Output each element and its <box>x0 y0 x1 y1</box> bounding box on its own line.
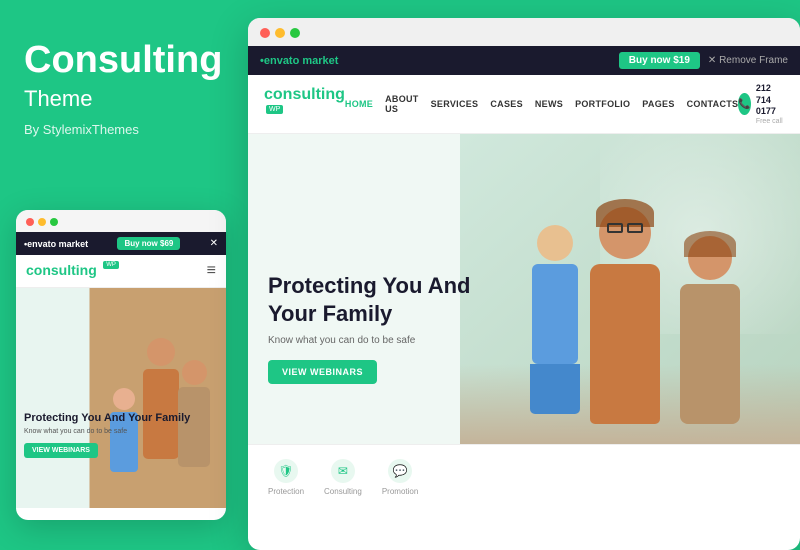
envato-logo: •envato market <box>24 239 88 249</box>
mobile-buy-button[interactable]: Buy now $69 <box>117 237 180 250</box>
author-text: By StylemixThemes <box>24 122 224 137</box>
mobile-preview: •envato market Buy now $69 ✕ consulting … <box>16 210 226 520</box>
mobile-logo-text: consulting <box>26 262 97 278</box>
feature-consulting-label: Consulting <box>324 487 362 496</box>
phone-icon: 📞 <box>738 93 750 115</box>
mobile-cta-button[interactable]: VIEW WEBINARS <box>24 443 98 458</box>
dp-wp-badge: WP <box>266 105 283 114</box>
dp-hero-heading: Protecting You And Your Family <box>268 272 478 327</box>
dp-navigation: HOME ABOUT US SERVICES CASES NEWS PORTFO… <box>345 94 738 114</box>
nav-contacts[interactable]: CONTACTS <box>687 99 739 109</box>
dp-phone-area: 📞 212 714 0177 Free call <box>738 83 785 125</box>
close-icon[interactable]: ✕ <box>210 238 218 249</box>
nav-services[interactable]: SERVICES <box>431 99 479 109</box>
dp-site-header: consulting WP HOME ABOUT US SERVICES CAS… <box>248 75 800 134</box>
dp-envato-logo: •envato market <box>260 55 338 67</box>
feature-promotion-label: Promotion <box>382 487 418 496</box>
dp-buy-button[interactable]: Buy now $19 <box>619 52 700 69</box>
mobile-logo: consulting WP <box>26 262 119 280</box>
dad-figure <box>590 207 660 424</box>
mobile-hero-content: Protecting You And Your Family Know what… <box>24 411 190 458</box>
family-scene <box>460 134 800 444</box>
dp-topbar-right: Buy now $19 ✕ Remove Frame <box>619 52 788 69</box>
desktop-preview: •envato market Buy now $19 ✕ Remove Fram… <box>248 18 800 550</box>
theme-subtitle: Theme <box>24 86 224 112</box>
nav-cases[interactable]: CASES <box>490 99 523 109</box>
nav-home[interactable]: HOME <box>345 99 373 109</box>
dp-yellow-dot <box>275 28 285 38</box>
dp-phone-number: 212 714 0177 <box>756 83 786 118</box>
dp-remove-frame[interactable]: ✕ Remove Frame <box>708 55 788 66</box>
consulting-icon: ✉ <box>331 459 355 483</box>
dp-green-dot <box>290 28 300 38</box>
dp-features-section: 🛡 Protection ✉ Consulting 💬 Promotion <box>248 444 800 510</box>
dp-hero-photo <box>460 134 800 444</box>
nav-pages[interactable]: PAGES <box>642 99 674 109</box>
dp-hero-subtext: Know what you can do to be safe <box>268 335 478 346</box>
mobile-hero: Protecting You And Your Family Know what… <box>16 288 226 508</box>
green-dot <box>50 218 58 226</box>
nav-portfolio[interactable]: PORTFOLIO <box>575 99 630 109</box>
dp-red-dot <box>260 28 270 38</box>
dp-hero-cta-button[interactable]: VIEW WEBINARS <box>268 360 377 384</box>
mobile-traffic-lights <box>16 210 226 232</box>
hamburger-icon[interactable]: ≡ <box>207 262 216 280</box>
mom-figure <box>680 236 740 424</box>
dp-hero-section: Protecting You And Your Family Know what… <box>248 134 800 444</box>
promotion-icon: 💬 <box>388 459 412 483</box>
feature-promotion: 💬 Promotion <box>382 459 418 496</box>
mobile-hero-subtext: Know what you can do to be safe <box>24 428 190 435</box>
feature-protection-label: Protection <box>268 487 304 496</box>
mobile-hero-heading: Protecting You And Your Family <box>24 411 190 425</box>
dp-logo: consulting <box>264 86 345 103</box>
mobile-topbar: •envato market Buy now $69 ✕ <box>16 232 226 255</box>
feature-protection: 🛡 Protection <box>268 459 304 496</box>
yellow-dot <box>38 218 46 226</box>
desktop-topbar: •envato market Buy now $19 ✕ Remove Fram… <box>248 46 800 75</box>
child-figure <box>530 225 580 414</box>
dp-logo-area: consulting WP <box>264 86 345 122</box>
left-panel: Consulting Theme By StylemixThemes •enva… <box>0 0 248 550</box>
dp-phone-sub: Free call <box>756 118 786 125</box>
nav-news[interactable]: NEWS <box>535 99 563 109</box>
mobile-site-header: consulting WP ≡ <box>16 255 226 288</box>
mobile-wp-badge: WP <box>103 261 119 269</box>
theme-title: Consulting <box>24 40 224 82</box>
protection-icon: 🛡 <box>274 459 298 483</box>
desktop-traffic-lights <box>248 18 800 46</box>
red-dot <box>26 218 34 226</box>
feature-consulting: ✉ Consulting <box>324 459 362 496</box>
dp-hero-content: Protecting You And Your Family Know what… <box>268 272 478 384</box>
dp-phone-info: 212 714 0177 Free call <box>756 83 786 125</box>
nav-about[interactable]: ABOUT US <box>385 94 419 114</box>
